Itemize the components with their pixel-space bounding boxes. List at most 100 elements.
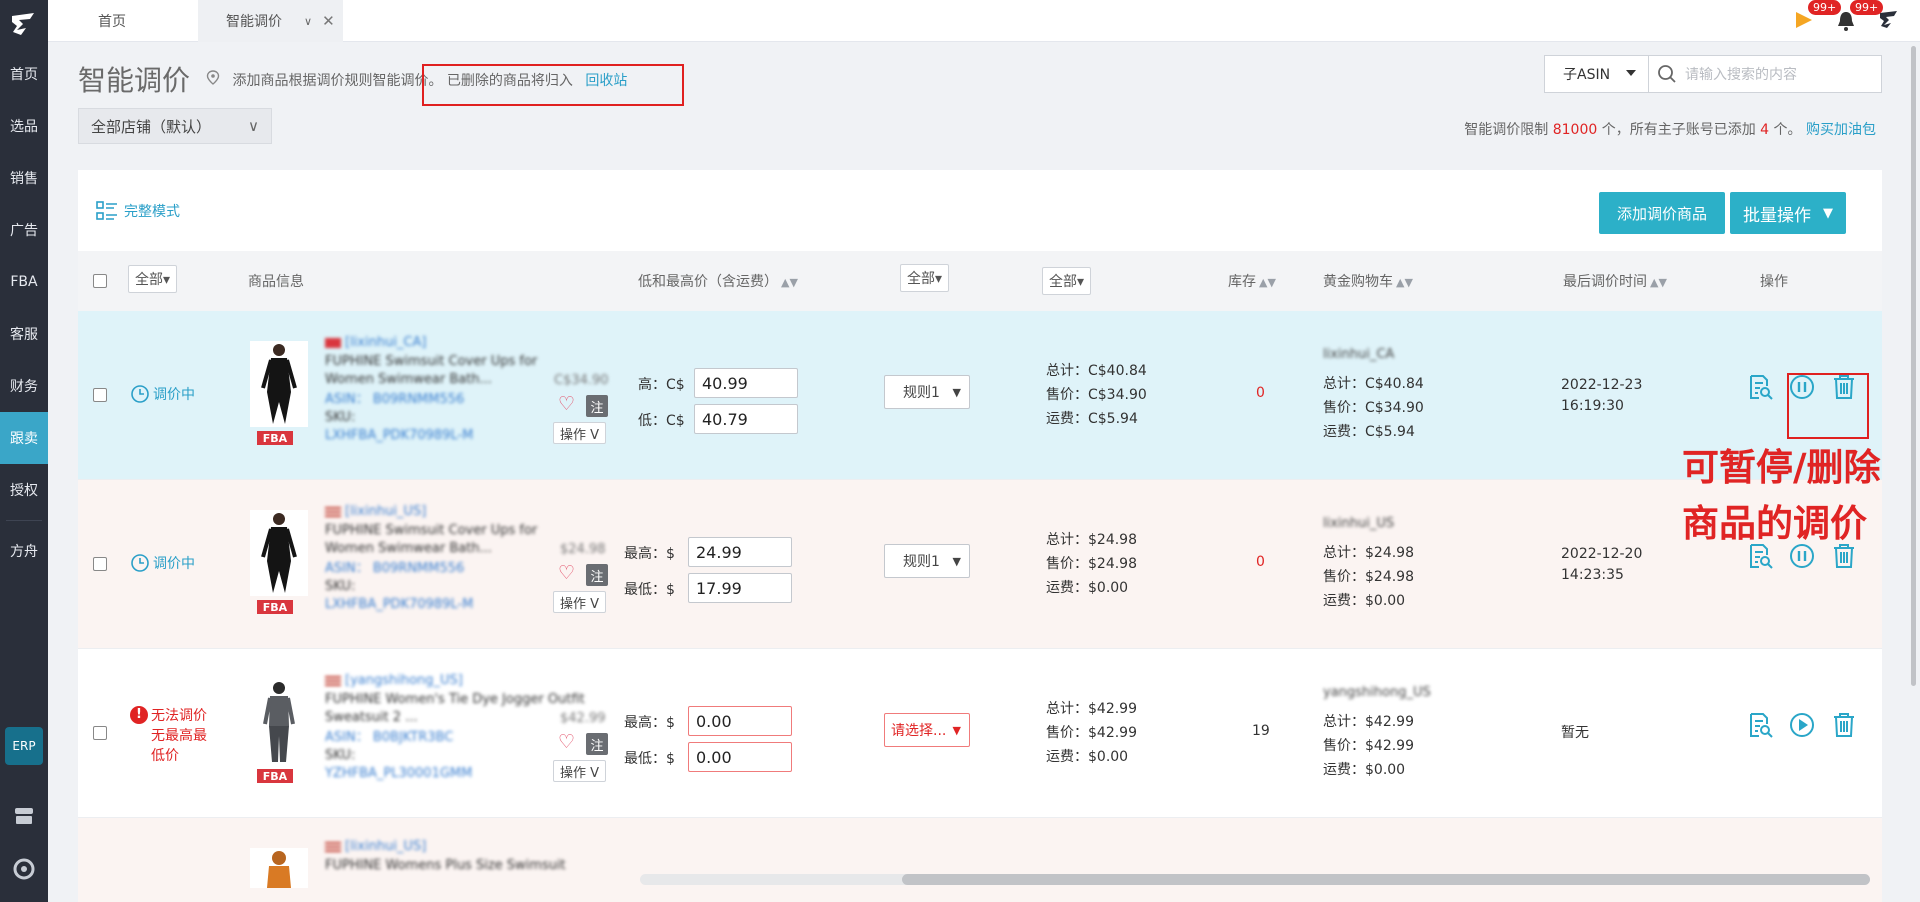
rule-filter-select[interactable]: 全部▾ [900, 264, 950, 292]
asin[interactable]: ASIN： B09RNMM556 [325, 560, 464, 578]
note-button[interactable]: 注 [586, 733, 608, 755]
store-select[interactable]: 全部店铺（默认） ∨ [78, 108, 272, 144]
status-text: 调价中 [153, 387, 195, 403]
shop-name[interactable]: [lixinhui_US] [325, 503, 426, 521]
sidebar-item-follow-sell[interactable]: 跟卖 [0, 412, 48, 464]
caret-down-icon: ▼ [1823, 205, 1833, 221]
currency: C$ [666, 413, 685, 429]
log-icon[interactable] [1746, 373, 1774, 401]
product-image[interactable] [250, 341, 308, 427]
row-checkbox[interactable] [93, 388, 107, 402]
sidebar-item-ark[interactable]: 方舟 [0, 525, 48, 577]
product-title-line1[interactable]: FUPHINE Women's Tie Dye Jogger Outfit [325, 691, 585, 709]
time-clock: 14:23:35 [1561, 567, 1624, 583]
help-icon[interactable] [0, 858, 48, 880]
search-input[interactable]: 请输入搜索的内容 [1649, 64, 1881, 84]
min-price-input[interactable]: 0.00 [688, 742, 792, 772]
sidebar-item-ads[interactable]: 广告 [0, 204, 48, 256]
play-icon[interactable] [1788, 711, 1816, 739]
user-icon[interactable] [1878, 9, 1900, 33]
store-select-value: 全部店铺（默认） [91, 117, 212, 136]
erp-button[interactable]: ERP [5, 727, 43, 765]
limit-suffix: 个。 [1773, 122, 1802, 138]
rule-select[interactable]: 请选择... ▼ [884, 713, 970, 747]
close-icon[interactable]: ✕ [322, 12, 335, 30]
min-price-input[interactable]: 40.79 [694, 404, 798, 434]
min-price-input[interactable]: 17.99 [688, 573, 792, 603]
sku[interactable]: LXHFBA_PDK70989L-M [325, 427, 473, 445]
sidebar-item-finance[interactable]: 财务 [0, 360, 48, 412]
product-op-select[interactable]: 操作 V [553, 422, 607, 444]
heart-icon[interactable]: ♡ [558, 562, 575, 584]
product-image[interactable] [250, 848, 308, 888]
vertical-scrollbar[interactable] [1911, 46, 1916, 686]
product-title-line1[interactable]: FUPHINE Swimsuit Cover Ups for [325, 353, 537, 371]
sort-icon: ▲▼ [1396, 276, 1413, 289]
max-price-input[interactable]: 40.99 [694, 368, 798, 398]
product-op-select[interactable]: 操作 V [553, 760, 607, 782]
sidebar-item-home[interactable]: 首页 [0, 48, 48, 100]
col-last-time[interactable]: 最后调价时间 ▲▼ [1563, 271, 1667, 291]
shop-name[interactable]: [yangshihong_US] [325, 672, 463, 690]
batch-operation-button[interactable]: 批量操作 ▼ [1730, 192, 1846, 234]
store-icon[interactable] [0, 806, 48, 826]
rule-select[interactable]: 规则1 ▼ [884, 375, 970, 409]
product-title-line1[interactable]: FUPHINE Womens Plus Size Swimsuit [325, 857, 566, 875]
add-pricing-product-button[interactable]: 添加调价商品 [1599, 192, 1725, 234]
sidebar-item-auth[interactable]: 授权 [0, 464, 48, 516]
shop-name[interactable]: [lixinhui_US] [325, 838, 426, 856]
row-checkbox[interactable] [93, 557, 107, 571]
heart-icon[interactable]: ♡ [558, 393, 575, 415]
status-filter-select[interactable]: 全部▾ [128, 265, 178, 293]
rule-value: 请选择... [891, 723, 947, 739]
note-button[interactable]: 注 [586, 395, 608, 417]
rule-select[interactable]: 规则1 ▼ [884, 544, 970, 578]
sku[interactable]: YZHFBA_PL30001GMM [325, 765, 472, 783]
caret-down-icon: ▼ [952, 724, 961, 737]
col-stock[interactable]: 库存 ▲▼ [1228, 271, 1276, 291]
table-header: 全部▾ 商品信息 低和最高价（含运费） ▲▼ 全部▾ 全部▾ 库存 ▲▼ 黄金购物车… [78, 251, 1882, 311]
sku[interactable]: LXHFBA_PDK70989L-M [325, 596, 473, 614]
trash-icon[interactable] [1830, 711, 1858, 739]
scrollbar-thumb[interactable] [902, 874, 1870, 885]
product-title-line1[interactable]: FUPHINE Swimsuit Cover Ups for [325, 522, 537, 540]
flag-notification[interactable]: 99+ [1794, 0, 1842, 32]
buy-package-link[interactable]: 购买加油包 [1806, 122, 1876, 138]
max-price-input[interactable]: 0.00 [688, 706, 792, 736]
limit-total: 81000 [1552, 122, 1598, 138]
product-title-line2[interactable]: Sweatsuit 2 ... [325, 709, 418, 727]
note-button[interactable]: 注 [586, 564, 608, 586]
caret-down-icon [1626, 70, 1636, 76]
heart-icon[interactable]: ♡ [558, 731, 575, 753]
sidebar-item-selection[interactable]: 选品 [0, 100, 48, 152]
product-image[interactable] [250, 679, 308, 765]
fee-filter-select[interactable]: 全部▾ [1042, 267, 1092, 295]
sidebar-item-service[interactable]: 客服 [0, 308, 48, 360]
sort-icon: ▲▼ [1259, 276, 1276, 289]
sidebar-item-fba[interactable]: FBA [0, 256, 48, 308]
fee-info: 总计：C$40.84 售价：C$34.90 运费：C$5.94 [1046, 359, 1147, 431]
col-buybox[interactable]: 黄金购物车 ▲▼ [1323, 271, 1413, 291]
sidebar-item-sales[interactable]: 销售 [0, 152, 48, 204]
horizontal-scrollbar[interactable] [640, 874, 1870, 885]
product-title-line2[interactable]: Women Swimwear Bath... [325, 540, 492, 558]
currency: $ [666, 546, 675, 562]
search-type-select[interactable]: 子ASIN [1545, 56, 1649, 92]
select-all-checkbox[interactable] [93, 274, 107, 288]
log-icon[interactable] [1746, 711, 1774, 739]
product-image[interactable] [250, 510, 308, 596]
col-price-range[interactable]: 低和最高价（含运费） ▲▼ [638, 271, 798, 291]
max-price-input[interactable]: 24.99 [688, 537, 792, 567]
product-title-line2[interactable]: Women Swimwear Bath... [325, 371, 492, 389]
full-mode-toggle[interactable]: 完整模式 [96, 200, 180, 222]
asin[interactable]: ASIN： B09RNMM556 [325, 391, 464, 409]
shop-name[interactable]: [lixinhui_CA] [325, 334, 426, 352]
buybox-ship: 运费：$0.00 [1323, 762, 1406, 778]
tab-smart-pricing[interactable]: 智能调价 ∨ ✕ [198, 0, 343, 42]
asin[interactable]: ASIN： B0BJKTR3BC [325, 729, 453, 747]
row-checkbox[interactable] [93, 726, 107, 740]
product-op-select[interactable]: 操作 V [553, 591, 607, 613]
logo-icon[interactable] [0, 0, 48, 48]
chevron-down-icon[interactable]: ∨ [304, 15, 312, 28]
bell-notification[interactable]: 99+ [1836, 0, 1884, 32]
